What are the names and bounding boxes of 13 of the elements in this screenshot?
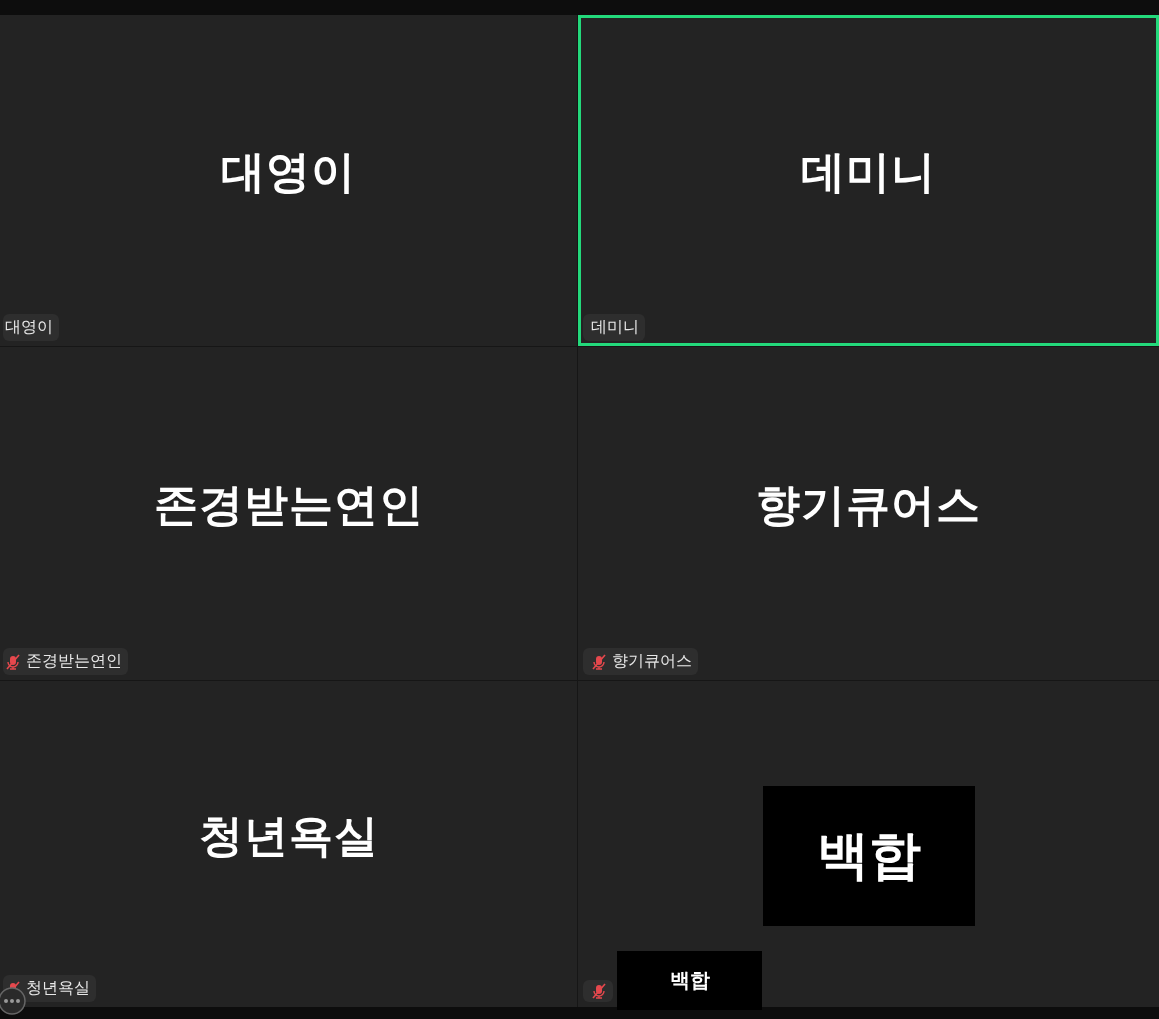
more-icon[interactable]	[0, 986, 27, 1016]
participant-name: 청년욕실	[198, 808, 379, 863]
avatar-name: 백합	[762, 786, 975, 926]
participant-name: 존경받는연인	[153, 478, 424, 532]
participant-label: 청년욕실	[26, 978, 90, 999]
floating-name-window[interactable]: 백합	[617, 951, 762, 1010]
participant-label: 존경받는연인	[26, 651, 122, 672]
participant-label: 향기큐어스	[612, 651, 692, 672]
participant-label: 데미니	[591, 317, 639, 338]
participant-name: 대영이	[221, 145, 356, 199]
participant-name: 데미니	[801, 145, 936, 199]
participant-label: 대영이	[5, 317, 53, 338]
participant-name: 향기큐어스	[756, 478, 981, 532]
